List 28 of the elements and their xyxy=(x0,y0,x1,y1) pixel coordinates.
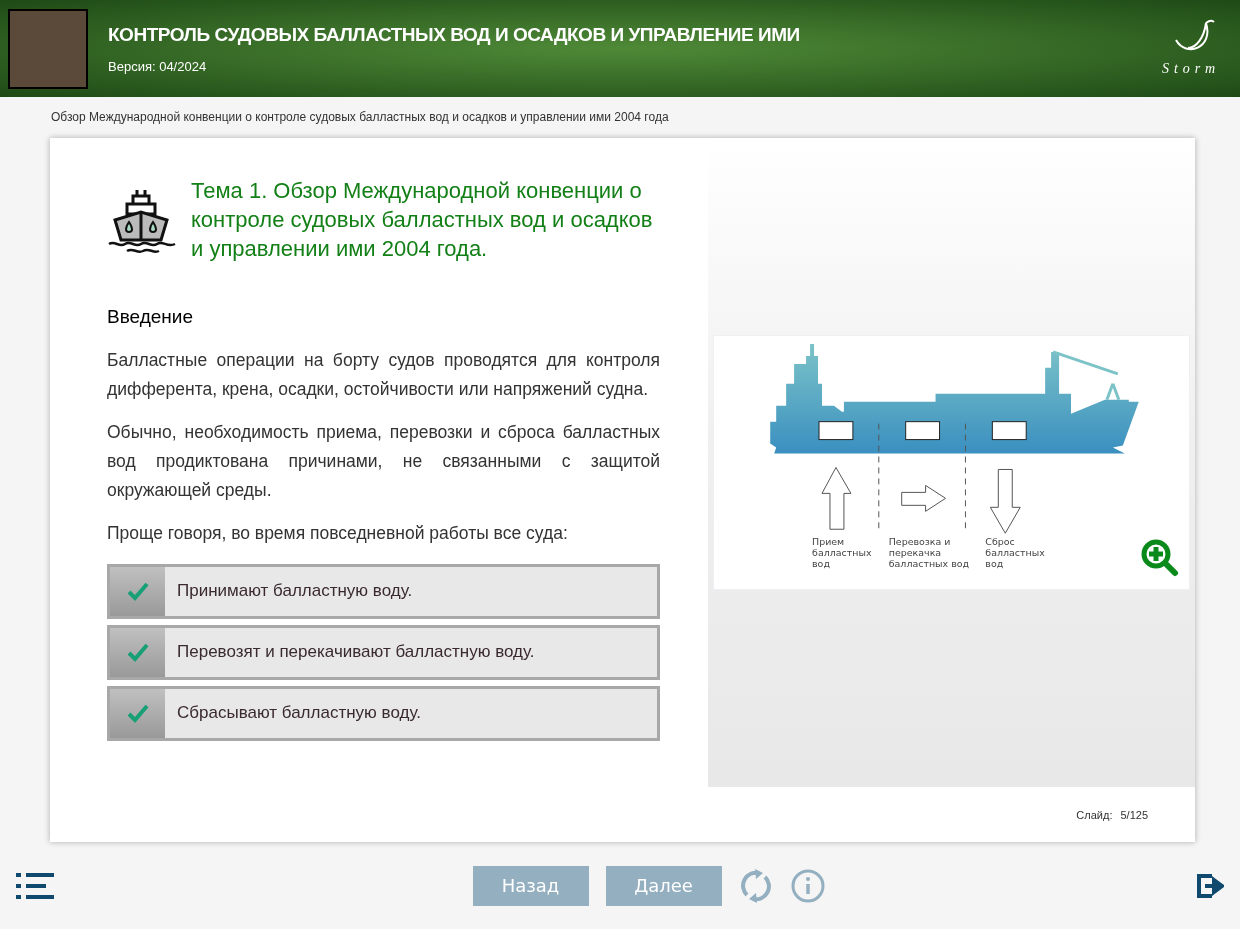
next-button[interactable]: Далее xyxy=(605,865,722,906)
check-icon xyxy=(126,703,149,723)
logo-text: Storm xyxy=(1162,60,1220,78)
zoom-in-icon[interactable] xyxy=(1141,539,1179,577)
body-paragraph: Обычно, необходимость приема, перевозки и сброса балластных вод продиктована причинами, не связанными с защитой окружающей среды. xyxy=(107,420,660,502)
checklist-text: Сбрасывают балластную воду. xyxy=(176,702,421,725)
body-paragraph: Проще говоря, во время повседневной работы все суда: xyxy=(107,521,569,545)
down-arrow-icon xyxy=(989,468,1021,534)
check-icon xyxy=(126,581,149,601)
section-heading: Введение xyxy=(107,305,195,329)
body-paragraph: Балластные операции на борту судов проводятся для контроля дифферента, крена, осадки, остойчивости или напряжений судна. xyxy=(107,348,660,401)
breadcrumb: Обзор Международной конвенции о контроле судовых балластных вод и осадков и управлении ими 2004 года xyxy=(50,109,670,126)
diagram-label: Перевозка и перекачка балластных вод xyxy=(888,536,970,570)
checklist-text: Принимают балластную воду. xyxy=(176,580,413,603)
check-icon xyxy=(126,642,149,662)
checklist-text: Перевозят и перекачивают балластную воду. xyxy=(176,641,535,664)
topic-title: Тема 1. Обзор Международной конвенции о контроле судовых балластных вод и осадков и управлении ими 2004 года. xyxy=(191,177,653,263)
version-label: Версия: 04/2024 xyxy=(108,58,208,76)
course-title: КОНТРОЛЬ СУДОВЫХ БАЛЛАСТНЫХ ВОД И ОСАДКОВ И УПРАВЛЕНИЕ ИМИ xyxy=(108,22,800,47)
diagram-label: Прием балластных вод xyxy=(812,536,872,570)
slide-counter-label: Слайд: xyxy=(1076,808,1113,823)
diagram-label: Сброс балластных вод xyxy=(985,536,1045,570)
back-button[interactable]: Назад xyxy=(472,865,589,906)
exit-icon[interactable] xyxy=(1196,871,1224,900)
up-arrow-icon xyxy=(821,467,852,530)
slide-counter: 5/125 xyxy=(1120,808,1148,823)
right-arrow-icon xyxy=(901,484,946,512)
menu-icon[interactable] xyxy=(16,872,54,899)
